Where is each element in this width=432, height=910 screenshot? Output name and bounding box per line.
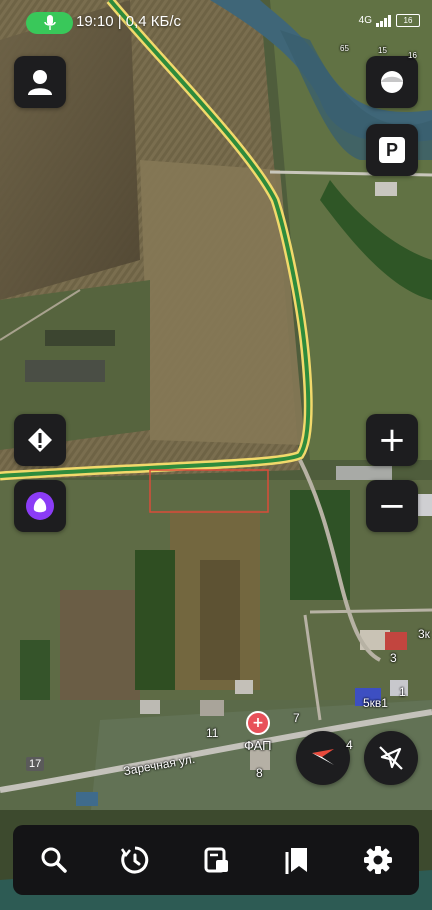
- zoom-in-button[interactable]: +: [366, 414, 418, 466]
- user-icon: [28, 70, 52, 95]
- minus-icon: −: [377, 486, 407, 526]
- settings-button[interactable]: [353, 835, 403, 885]
- alice-icon: [26, 492, 54, 520]
- parking-icon: P: [379, 137, 405, 163]
- compass-icon: [312, 749, 334, 765]
- status-bar: 19:10 | 0,4 КБ/с 4G 16: [0, 0, 432, 44]
- history-button[interactable]: [110, 835, 160, 885]
- search-icon: [41, 847, 67, 873]
- status-icons: 4G 16: [359, 14, 420, 27]
- routes-button[interactable]: [191, 835, 241, 885]
- house-number: 4: [346, 738, 353, 752]
- map-tiny-label: 15: [378, 46, 387, 55]
- microphone-indicator[interactable]: [26, 12, 73, 34]
- house-number: 7: [293, 711, 300, 725]
- alert-icon: [28, 428, 52, 452]
- bookmarks-button[interactable]: [272, 835, 322, 885]
- layers-icon: [381, 71, 403, 93]
- poi-label: ФАП: [244, 738, 272, 753]
- routes-icon: [204, 847, 228, 873]
- microphone-icon: [43, 15, 56, 30]
- alice-assistant-button[interactable]: [14, 480, 66, 532]
- status-time-speed: 19:10 | 0,4 КБ/с: [76, 13, 182, 30]
- battery-level: 16: [403, 16, 413, 25]
- history-icon: [120, 846, 149, 874]
- profile-button[interactable]: [14, 56, 66, 108]
- house-number: 3: [390, 651, 397, 665]
- signal-icon: [376, 14, 391, 27]
- house-number: 3к: [418, 627, 430, 641]
- medical-poi-icon[interactable]: +: [246, 711, 270, 735]
- house-number: 5кв1: [363, 696, 388, 710]
- house-number: 17: [26, 757, 45, 771]
- layers-button[interactable]: [366, 56, 418, 108]
- map-tiny-label: 65: [340, 44, 349, 53]
- battery-indicator: 16: [396, 14, 420, 27]
- parking-button[interactable]: P: [366, 124, 418, 176]
- search-button[interactable]: [29, 835, 79, 885]
- house-number: 8: [256, 766, 263, 780]
- location-button[interactable]: [364, 731, 418, 785]
- report-alert-button[interactable]: [14, 414, 66, 466]
- network-type: 4G: [358, 15, 372, 26]
- map-tiny-label: 16: [408, 51, 417, 60]
- bottom-navigation-bar: [13, 825, 419, 895]
- bookmarks-icon: [285, 848, 308, 874]
- plus-icon: +: [377, 420, 407, 460]
- location-off-icon: [379, 746, 403, 770]
- settings-icon: [364, 846, 393, 874]
- house-number: 11: [206, 726, 219, 740]
- compass-button[interactable]: [296, 731, 350, 785]
- house-number: 1: [399, 685, 406, 699]
- zoom-out-button[interactable]: −: [366, 480, 418, 532]
